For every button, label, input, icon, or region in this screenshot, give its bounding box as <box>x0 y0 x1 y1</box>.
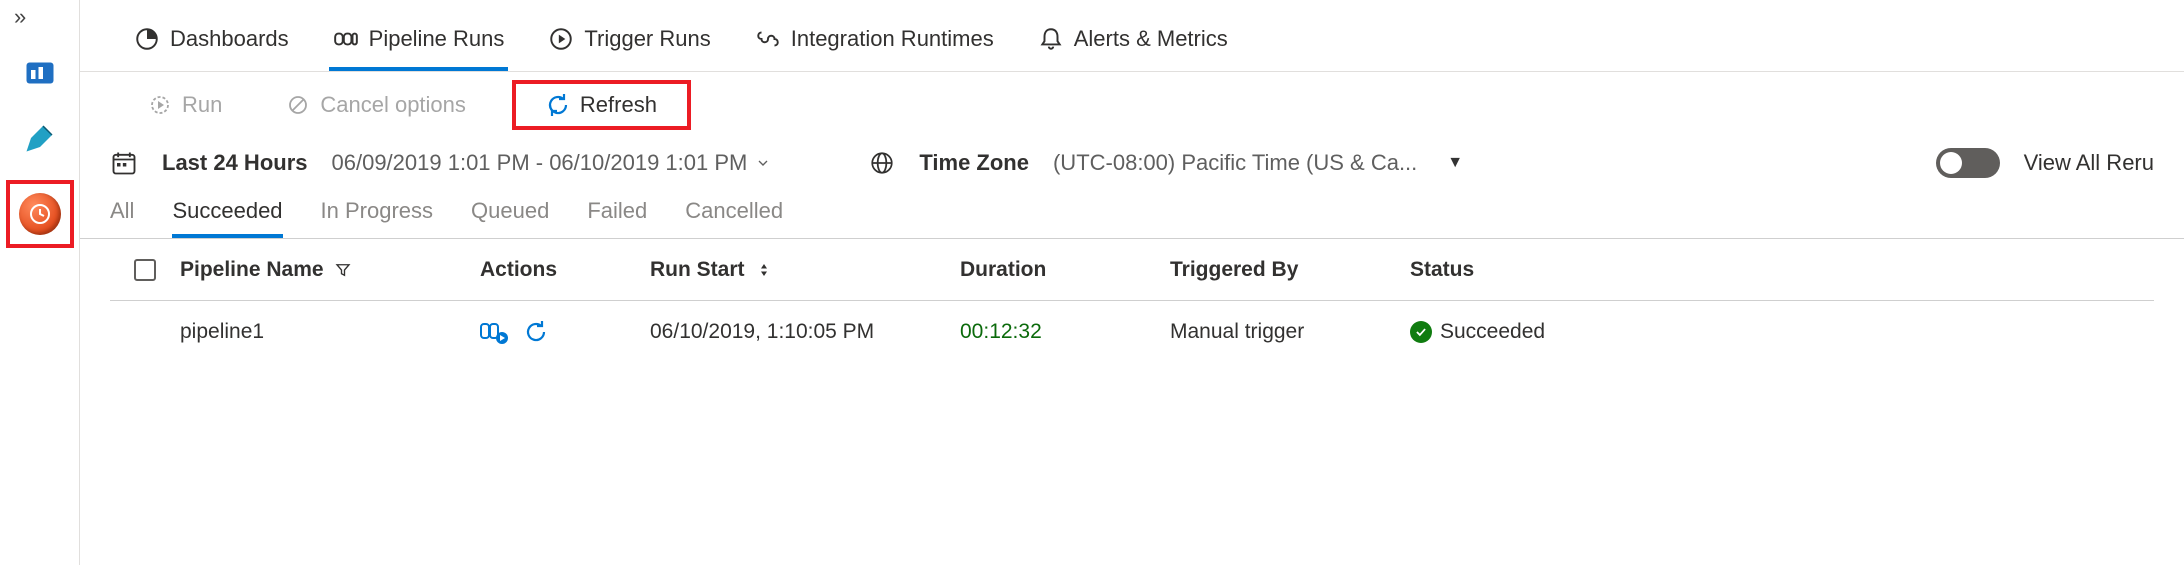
integration-icon <box>755 26 781 52</box>
tab-alerts-metrics[interactable]: Alerts & Metrics <box>1034 10 1232 71</box>
pipeline-icon <box>333 26 359 52</box>
run-label: Run <box>182 92 222 118</box>
refresh-button[interactable]: Refresh <box>516 84 687 126</box>
refresh-label: Refresh <box>580 92 657 118</box>
col-triggeredby: Triggered By <box>1170 258 1298 281</box>
dashboard-icon <box>134 26 160 52</box>
filter-bar: Last 24 Hours 06/09/2019 1:01 PM - 06/10… <box>80 138 2184 188</box>
run-icon <box>148 93 172 117</box>
cell-pipeline-name: pipeline1 <box>180 320 264 344</box>
nav-author-icon[interactable] <box>17 115 62 160</box>
timespan-range-text: 06/09/2019 1:01 PM - 06/10/2019 1:01 PM <box>332 150 748 176</box>
cell-runstart: 06/10/2019, 1:10:05 PM <box>650 320 874 344</box>
cell-status: Succeeded <box>1440 320 1545 344</box>
status-tab-failed[interactable]: Failed <box>587 198 647 238</box>
view-all-toggle[interactable] <box>1936 148 2000 178</box>
sort-icon[interactable] <box>755 261 773 279</box>
expand-icon[interactable]: » <box>0 4 21 30</box>
timezone-value: (UTC-08:00) Pacific Time (US & Ca... <box>1053 150 1417 176</box>
toolbar: Run Cancel options Refresh <box>80 72 2184 138</box>
globe-icon <box>869 150 895 176</box>
calendar-icon <box>110 149 138 177</box>
cancel-button[interactable]: Cancel options <box>268 86 484 124</box>
tab-dashboards[interactable]: Dashboards <box>130 10 293 71</box>
tab-trigger-runs-label: Trigger Runs <box>584 26 710 52</box>
tab-trigger-runs[interactable]: Trigger Runs <box>544 10 714 71</box>
refresh-highlight: Refresh <box>512 80 691 130</box>
status-tab-inprogress[interactable]: In Progress <box>321 198 434 238</box>
cancel-label: Cancel options <box>320 92 466 118</box>
status-tab-succeeded[interactable]: Succeeded <box>172 198 282 238</box>
table-row[interactable]: pipeline1 06/10/2019, 1:10:05 PM 00:12:3… <box>110 301 2154 363</box>
col-actions: Actions <box>480 258 557 282</box>
col-duration: Duration <box>960 258 1046 281</box>
tab-integration-runtimes[interactable]: Integration Runtimes <box>751 10 998 71</box>
col-runstart[interactable]: Run Start <box>650 258 745 282</box>
status-tabs: All Succeeded In Progress Queued Failed … <box>80 188 2184 239</box>
select-all-checkbox[interactable] <box>134 259 156 281</box>
tab-pipeline-runs-label: Pipeline Runs <box>369 26 505 52</box>
status-tab-all[interactable]: All <box>110 198 134 238</box>
status-tab-queued[interactable]: Queued <box>471 198 549 238</box>
cancel-icon <box>286 93 310 117</box>
timespan-range-dropdown[interactable]: 06/09/2019 1:01 PM - 06/10/2019 1:01 PM <box>332 150 772 176</box>
action-rerun-icon[interactable] <box>524 320 548 344</box>
action-view-activity-icon[interactable] <box>480 320 510 344</box>
trigger-icon <box>548 26 574 52</box>
nav-monitor-icon[interactable] <box>17 192 62 237</box>
cell-triggeredby: Manual trigger <box>1170 320 1304 343</box>
col-pipeline-name[interactable]: Pipeline Name <box>180 258 324 282</box>
success-icon <box>1410 321 1432 343</box>
tab-alerts-metrics-label: Alerts & Metrics <box>1074 26 1228 52</box>
left-nav: » <box>0 0 80 565</box>
status-tab-cancelled[interactable]: Cancelled <box>685 198 783 238</box>
tab-pipeline-runs[interactable]: Pipeline Runs <box>329 10 509 71</box>
timespan-label: Last 24 Hours <box>162 150 308 176</box>
chevron-down-icon <box>755 155 771 171</box>
timezone-dropdown-caret[interactable]: ▼ <box>1441 154 1469 172</box>
bell-icon <box>1038 26 1064 52</box>
table-header: Pipeline Name Actions Run Start Duration… <box>110 239 2154 301</box>
tab-dashboards-label: Dashboards <box>170 26 289 52</box>
cell-duration: 00:12:32 <box>960 320 1042 343</box>
run-button[interactable]: Run <box>130 86 240 124</box>
view-all-label: View All Reru <box>2024 150 2154 176</box>
filter-icon[interactable] <box>334 261 352 279</box>
top-tabs: Dashboards Pipeline Runs Trigger Runs In… <box>80 0 2184 72</box>
nav-overview-icon[interactable] <box>17 50 62 95</box>
refresh-icon <box>546 93 570 117</box>
timezone-label: Time Zone <box>919 150 1029 176</box>
runs-table: Pipeline Name Actions Run Start Duration… <box>80 239 2184 363</box>
tab-integration-runtimes-label: Integration Runtimes <box>791 26 994 52</box>
nav-monitor-highlight <box>6 180 74 248</box>
col-status: Status <box>1410 258 1474 282</box>
